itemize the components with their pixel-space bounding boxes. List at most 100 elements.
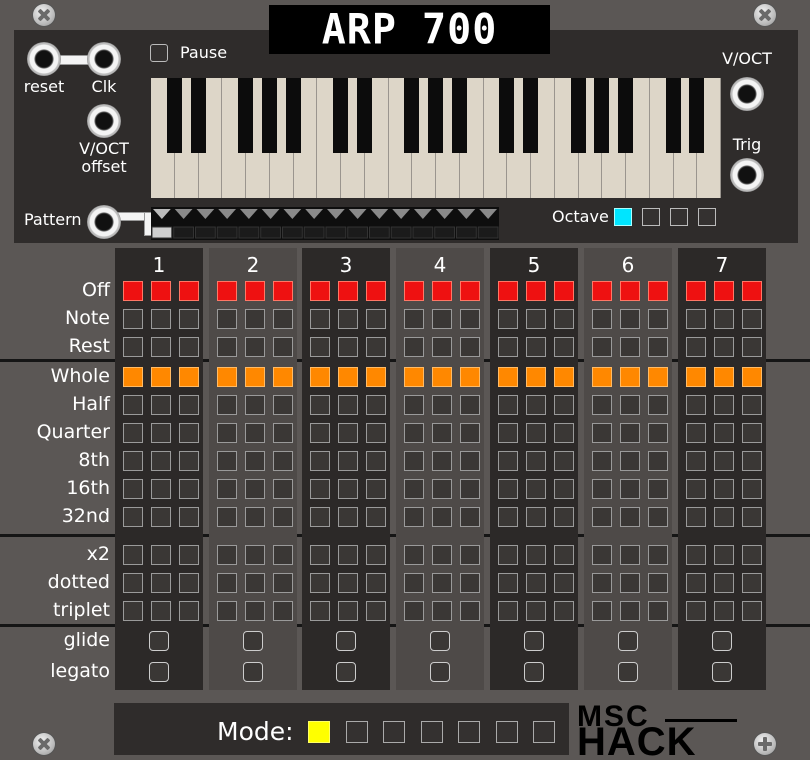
- step-cell[interactable]: [404, 281, 424, 301]
- legato-button[interactable]: [430, 662, 450, 682]
- step-cell[interactable]: [432, 507, 452, 527]
- step-cell[interactable]: [273, 281, 293, 301]
- step-cell[interactable]: [648, 507, 668, 527]
- step-cell[interactable]: [432, 281, 452, 301]
- octave-button-3[interactable]: [670, 208, 688, 226]
- step-cell[interactable]: [592, 545, 612, 565]
- step-cell[interactable]: [123, 395, 143, 415]
- step-cell[interactable]: [310, 337, 330, 357]
- step-cell[interactable]: [366, 423, 386, 443]
- step-cell[interactable]: [338, 367, 358, 387]
- step-cell[interactable]: [554, 337, 574, 357]
- step-cell[interactable]: [217, 451, 237, 471]
- step-cell[interactable]: [498, 395, 518, 415]
- step-cell[interactable]: [592, 479, 612, 499]
- step-cell[interactable]: [498, 281, 518, 301]
- step-cell[interactable]: [526, 309, 546, 329]
- step-cell[interactable]: [366, 309, 386, 329]
- step-cell[interactable]: [460, 601, 480, 621]
- step-cell[interactable]: [217, 573, 237, 593]
- step-cell[interactable]: [460, 479, 480, 499]
- step-cell[interactable]: [526, 507, 546, 527]
- step-cell[interactable]: [310, 451, 330, 471]
- mode-button-7[interactable]: [533, 721, 555, 743]
- step-cell[interactable]: [592, 309, 612, 329]
- step-cell[interactable]: [366, 479, 386, 499]
- step-cell[interactable]: [714, 281, 734, 301]
- step-cell[interactable]: [273, 395, 293, 415]
- step-cell[interactable]: [217, 395, 237, 415]
- step-cell[interactable]: [123, 507, 143, 527]
- step-cell[interactable]: [648, 479, 668, 499]
- step-cell[interactable]: [432, 545, 452, 565]
- step-cell[interactable]: [338, 395, 358, 415]
- step-cell[interactable]: [648, 337, 668, 357]
- step-cell[interactable]: [366, 367, 386, 387]
- step-cell[interactable]: [273, 337, 293, 357]
- trig-out-jack[interactable]: [730, 158, 764, 192]
- step-cell[interactable]: [498, 367, 518, 387]
- step-cell[interactable]: [217, 507, 237, 527]
- step-cell[interactable]: [686, 573, 706, 593]
- step-cell[interactable]: [432, 395, 452, 415]
- legato-button[interactable]: [618, 662, 638, 682]
- step-cell[interactable]: [742, 479, 762, 499]
- step-cell[interactable]: [742, 337, 762, 357]
- step-cell[interactable]: [620, 423, 640, 443]
- step-cell[interactable]: [620, 545, 640, 565]
- step-cell[interactable]: [554, 507, 574, 527]
- step-cell[interactable]: [686, 423, 706, 443]
- step-cell[interactable]: [151, 281, 171, 301]
- step-cell[interactable]: [217, 423, 237, 443]
- step-cell[interactable]: [273, 545, 293, 565]
- step-cell[interactable]: [686, 601, 706, 621]
- step-cell[interactable]: [742, 507, 762, 527]
- step-cell[interactable]: [498, 423, 518, 443]
- step-cell[interactable]: [592, 337, 612, 357]
- step-cell[interactable]: [742, 395, 762, 415]
- step-cell[interactable]: [592, 601, 612, 621]
- step-cell[interactable]: [554, 545, 574, 565]
- step-cell[interactable]: [686, 281, 706, 301]
- step-cell[interactable]: [554, 309, 574, 329]
- step-cell[interactable]: [123, 573, 143, 593]
- step-cell[interactable]: [592, 507, 612, 527]
- mode-button-3[interactable]: [383, 721, 405, 743]
- step-cell[interactable]: [404, 423, 424, 443]
- step-cell[interactable]: [432, 601, 452, 621]
- step-cell[interactable]: [404, 367, 424, 387]
- step-cell[interactable]: [714, 451, 734, 471]
- step-cell[interactable]: [273, 423, 293, 443]
- step-cell[interactable]: [648, 423, 668, 443]
- step-cell[interactable]: [404, 337, 424, 357]
- step-cell[interactable]: [123, 367, 143, 387]
- step-cell[interactable]: [554, 395, 574, 415]
- step-cell[interactable]: [498, 337, 518, 357]
- step-cell[interactable]: [151, 479, 171, 499]
- step-cell[interactable]: [592, 451, 612, 471]
- step-cell[interactable]: [648, 601, 668, 621]
- step-cell[interactable]: [217, 601, 237, 621]
- step-cell[interactable]: [432, 367, 452, 387]
- octave-button-4[interactable]: [698, 208, 716, 226]
- step-cell[interactable]: [620, 573, 640, 593]
- step-cell[interactable]: [554, 601, 574, 621]
- legato-button[interactable]: [336, 662, 356, 682]
- step-cell[interactable]: [404, 309, 424, 329]
- step-cell[interactable]: [714, 479, 734, 499]
- step-cell[interactable]: [179, 507, 199, 527]
- step-cell[interactable]: [742, 601, 762, 621]
- step-cell[interactable]: [592, 281, 612, 301]
- step-cell[interactable]: [338, 281, 358, 301]
- step-cell[interactable]: [648, 309, 668, 329]
- step-cell[interactable]: [526, 281, 546, 301]
- step-cell[interactable]: [273, 507, 293, 527]
- step-cell[interactable]: [526, 395, 546, 415]
- step-cell[interactable]: [460, 309, 480, 329]
- mode-button-6[interactable]: [495, 721, 518, 743]
- step-cell[interactable]: [432, 451, 452, 471]
- step-cell[interactable]: [460, 545, 480, 565]
- step-cell[interactable]: [526, 573, 546, 593]
- step-cell[interactable]: [620, 601, 640, 621]
- step-cell[interactable]: [310, 281, 330, 301]
